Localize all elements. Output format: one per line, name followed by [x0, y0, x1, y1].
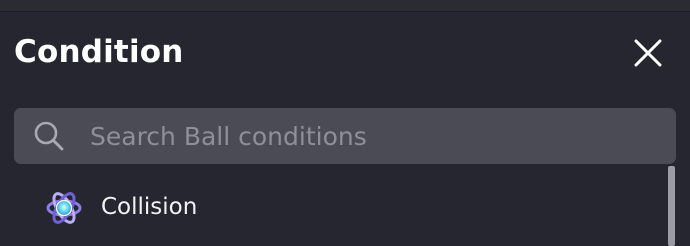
search-input[interactable] — [90, 108, 660, 164]
atom-icon — [46, 192, 82, 224]
search-field[interactable] — [14, 108, 676, 164]
list-item-label: Collision — [101, 194, 198, 220]
panel-top-edge — [0, 0, 690, 12]
close-icon — [634, 39, 662, 67]
scrollbar-thumb[interactable] — [668, 166, 675, 246]
condition-list: Collision — [0, 166, 690, 246]
panel-title: Condition — [14, 34, 184, 70]
condition-panel: Condition Search Ball conditions Collisi… — [0, 0, 690, 246]
list-scrollbar[interactable] — [668, 166, 675, 246]
search-icon — [34, 121, 64, 151]
list-item-collision[interactable]: Collision — [0, 166, 660, 246]
close-button[interactable] — [627, 32, 669, 74]
